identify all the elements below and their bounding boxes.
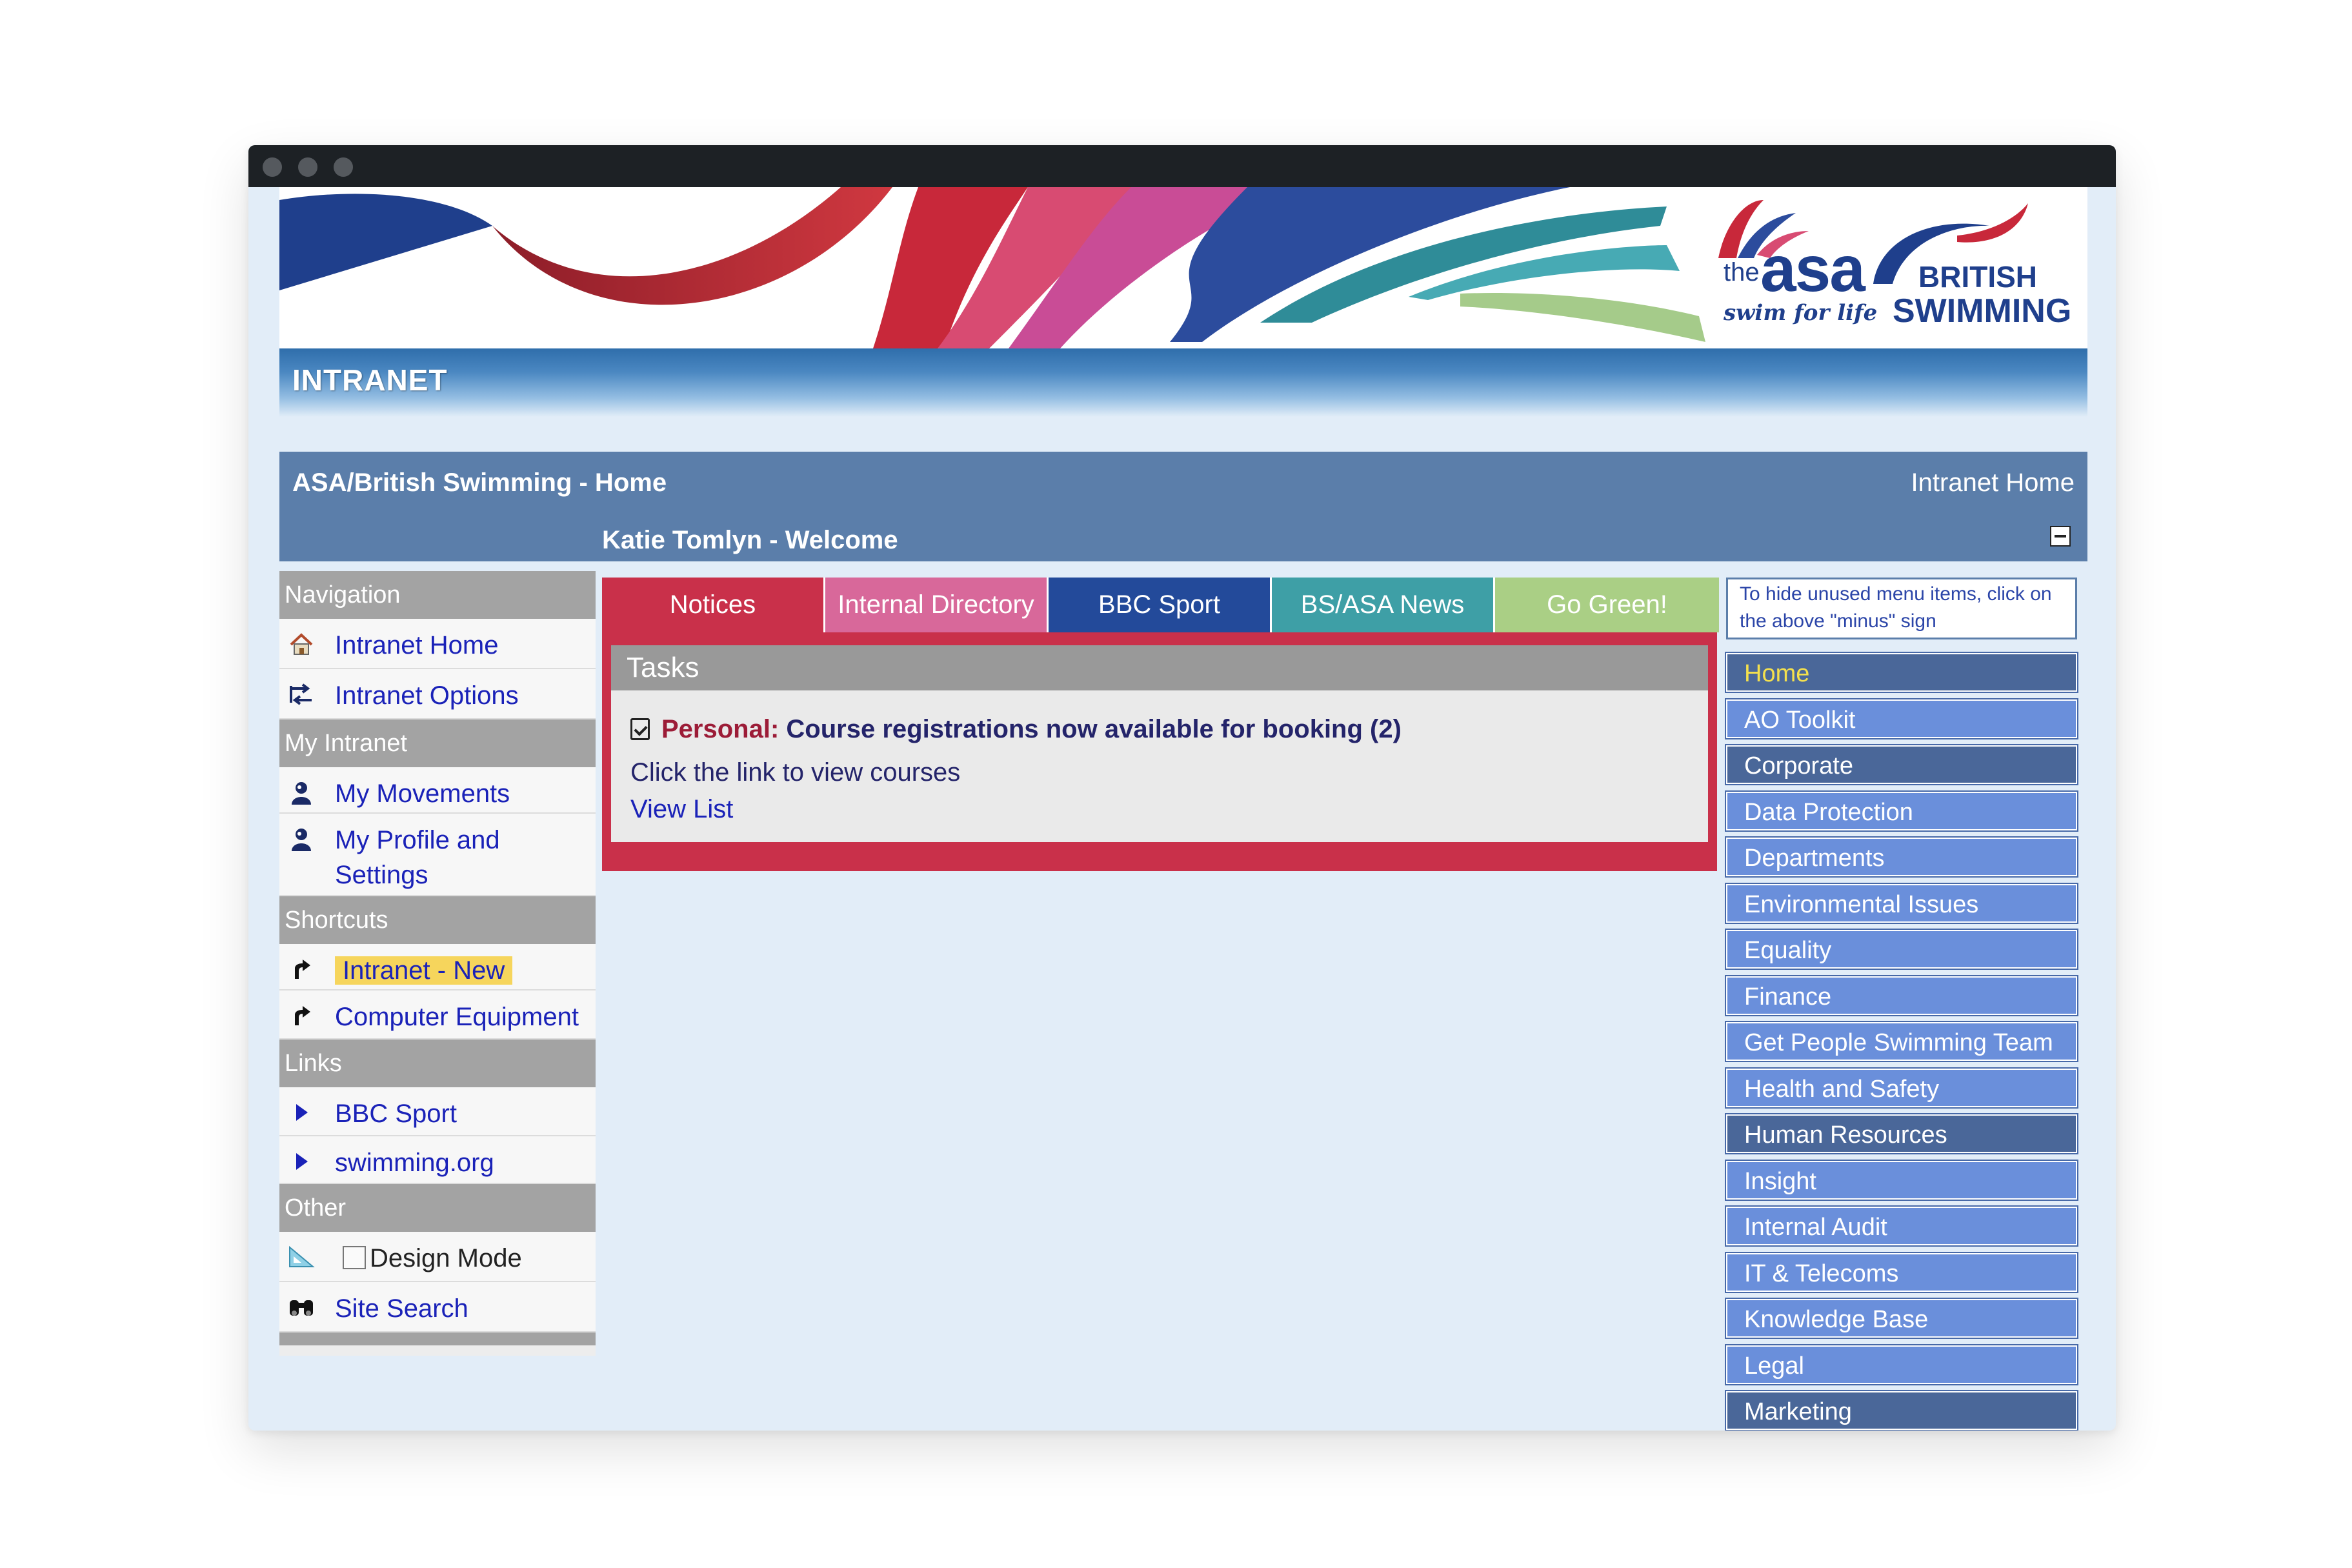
collapse-minus-icon[interactable] — [2050, 526, 2071, 547]
nav-item-label: Intranet Home — [335, 631, 499, 659]
tasks-box: Tasks Personal: Course registrations now… — [611, 645, 1708, 842]
nav-item-bbc-sport[interactable]: BBC Sport — [279, 1087, 596, 1136]
tasks-heading: Tasks — [611, 645, 1708, 690]
menu-item-departments[interactable]: Departments — [1725, 836, 2078, 878]
menu-item-finance[interactable]: Finance — [1725, 974, 2078, 1016]
design-mode-control: Design Mode — [343, 1241, 522, 1276]
menu-item-equality[interactable]: Equality — [1725, 929, 2078, 970]
person-icon — [287, 780, 316, 805]
menu-item-insight[interactable]: Insight — [1725, 1159, 2078, 1201]
nav-item-label: swimming.org — [335, 1149, 494, 1177]
tab-internal-directory[interactable]: Internal Directory — [823, 578, 1047, 632]
page-title: ASA/British Swimming - Home — [292, 468, 667, 497]
triangle-right-icon — [287, 1149, 316, 1174]
window-minimize-dot[interactable] — [298, 157, 317, 177]
options-icon — [287, 682, 316, 707]
tab-bbc-sport[interactable]: BBC Sport — [1047, 578, 1270, 632]
task-title-text: Course registrations now available for b… — [786, 715, 1402, 743]
menu-item-corporate[interactable]: Corporate — [1725, 744, 2078, 785]
intranet-title: INTRANET — [292, 363, 448, 397]
menu-item-knowledge-base[interactable]: Knowledge Base — [1725, 1298, 2078, 1339]
british-swimming-logo-line2: SWIMMING — [1893, 292, 2072, 330]
design-mode-checkbox[interactable] — [343, 1246, 366, 1269]
menu-item-it-telecoms[interactable]: IT & Telecoms — [1725, 1251, 2078, 1293]
left-navigation: Navigation Intranet Home Intranet Option… — [279, 571, 596, 1356]
menu-item-ao-toolkit[interactable]: AO Toolkit — [1725, 698, 2078, 739]
nav-item-swimming-org[interactable]: swimming.org — [279, 1136, 596, 1184]
nav-item-computer-equipment[interactable]: Computer Equipment — [279, 990, 596, 1040]
menu-item-environmental-issues[interactable]: Environmental Issues — [1725, 882, 2078, 924]
menu-item-internal-audit[interactable]: Internal Audit — [1725, 1205, 2078, 1247]
content-tabs: Notices Internal Directory BBC Sport BS/… — [602, 578, 1719, 632]
tab-go-green[interactable]: Go Green! — [1493, 578, 1719, 632]
intranet-home-link[interactable]: Intranet Home — [1911, 468, 2075, 498]
nav-item-label: My Profile and Settings — [335, 826, 500, 889]
task-description: Click the link to view courses — [630, 758, 961, 787]
set-square-icon — [287, 1245, 316, 1269]
menu-item-data-protection[interactable]: Data Protection — [1725, 790, 2078, 832]
highlighted-shortcut: Intranet - New — [335, 956, 513, 985]
asa-logo-tagline: swim for life — [1724, 300, 1878, 326]
nav-item-label: BBC Sport — [335, 1100, 457, 1128]
shortcut-arrow-icon — [287, 957, 316, 981]
nav-section-my-intranet: My Intranet — [279, 719, 596, 767]
person-icon — [287, 827, 316, 851]
leftnav-footer — [279, 1332, 596, 1345]
nav-item-site-search[interactable]: Site Search — [279, 1282, 596, 1332]
intranet-title-bar: INTRANET — [279, 348, 2087, 417]
nav-section-shortcuts: Shortcuts — [279, 896, 596, 944]
nav-item-intranet-home[interactable]: Intranet Home — [279, 619, 596, 669]
nav-section-other: Other — [279, 1184, 596, 1232]
menu-item-health-and-safety[interactable]: Health and Safety — [1725, 1067, 2078, 1109]
shortcut-arrow-icon — [287, 1003, 316, 1028]
nav-item-my-profile[interactable]: My Profile and Settings — [279, 814, 596, 896]
british-swimming-logo-line1: BRITISH — [1918, 260, 2037, 294]
menu-item-legal[interactable]: Legal — [1725, 1343, 2078, 1385]
nav-item-intranet-options[interactable]: Intranet Options — [279, 669, 596, 719]
nav-item-label: Computer Equipment — [335, 1003, 579, 1031]
nav-item-label: My Movements — [335, 779, 510, 808]
menu-item-get-people-swimming-team[interactable]: Get People Swimming Team — [1725, 1021, 2078, 1062]
nav-section-links: Links — [279, 1040, 596, 1087]
nav-item-label: Site Search — [335, 1294, 468, 1323]
view-list-link[interactable]: View List — [630, 795, 733, 824]
welcome-message: Katie Tomlyn - Welcome — [602, 526, 898, 554]
house-icon — [287, 632, 316, 656]
menu-item-home[interactable]: Home — [1725, 652, 2078, 693]
triangle-right-icon — [287, 1100, 316, 1125]
site-banner: the asa swim for life BRITISH SWIMMING — [279, 187, 2087, 348]
notices-panel: Tasks Personal: Course registrations now… — [602, 632, 1717, 1032]
menu-item-marketing[interactable]: Marketing — [1725, 1390, 2078, 1431]
asa-logo-the: the — [1724, 258, 1760, 286]
page-header: ASA/British Swimming - Home Intranet Hom… — [279, 452, 2087, 561]
content-empty-area — [602, 871, 1717, 1032]
panel-footer — [602, 842, 1717, 871]
binoculars-icon — [287, 1295, 316, 1320]
nav-item-label: Intranet - New — [335, 953, 513, 988]
tab-bs-asa-news[interactable]: BS/ASA News — [1270, 578, 1493, 632]
window-close-dot[interactable] — [263, 157, 282, 177]
nav-item-label: Intranet Options — [335, 681, 519, 710]
task-personal-label: Personal: — [661, 715, 779, 743]
browser-window: the asa swim for life BRITISH SWIMMING I… — [248, 145, 2116, 1431]
hide-menu-hint: To hide unused menu items, click on the … — [1726, 578, 2077, 639]
window-titlebar — [248, 145, 2116, 187]
tab-notices[interactable]: Notices — [602, 578, 823, 632]
design-mode-label: Design Mode — [370, 1244, 522, 1272]
nav-item-design-mode: Design Mode — [279, 1232, 596, 1282]
nav-item-my-movements[interactable]: My Movements — [279, 767, 596, 814]
checkbox-checked-icon — [630, 718, 650, 740]
asa-logo-name: asa — [1760, 233, 1865, 305]
menu-item-human-resources[interactable]: Human Resources — [1725, 1113, 2078, 1154]
window-maximize-dot[interactable] — [334, 157, 353, 177]
nav-section-navigation: Navigation — [279, 571, 596, 619]
nav-item-intranet-new[interactable]: Intranet - New — [279, 944, 596, 990]
task-title: Personal: Course registrations now avail… — [630, 715, 1402, 744]
